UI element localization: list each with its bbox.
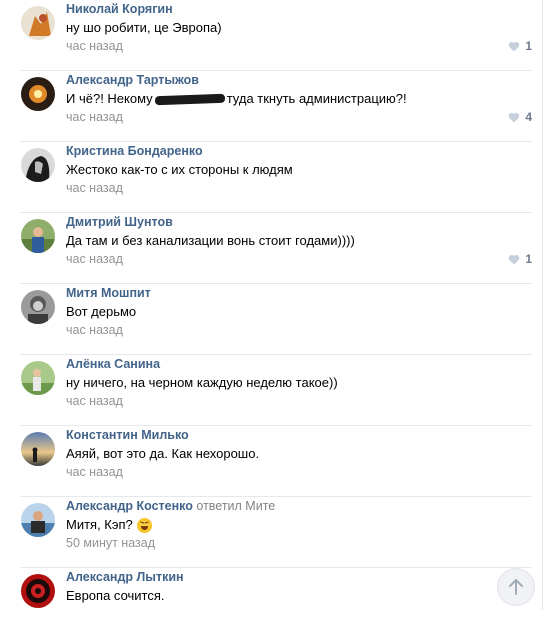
comment-text: Аяяй, вот это да. Как нехорошо. <box>66 446 260 461</box>
comment-author[interactable]: Александр Лыткин <box>66 570 184 584</box>
avatar[interactable] <box>21 290 55 324</box>
arrow-up-icon <box>509 579 523 595</box>
like-count: 1 <box>525 39 532 53</box>
avatar[interactable] <box>21 6 55 40</box>
comment-item: Константин Милько Аяяй, вот это да. Как … <box>0 426 542 497</box>
comment-text: ну шо робити, це Эвропа) <box>66 20 222 35</box>
comment-author[interactable]: Александр Тартыжов <box>66 73 199 87</box>
heart-icon <box>509 41 520 51</box>
comment-text: Вот дерьмо <box>66 304 137 319</box>
comment-item: Алёнка Санина ну ничего, на черном кажду… <box>0 355 542 426</box>
comment-text-part: Митя, Кэп? <box>66 517 133 532</box>
comment-item: Александр Лыткин Европа сочится. <box>0 568 542 639</box>
like-button[interactable]: 1 <box>508 252 532 266</box>
comment-text: Жестоко как-то с их стороны к людям <box>66 162 293 177</box>
comment-text: И чё?! Некому туда ткнуть администрацию?! <box>66 91 407 106</box>
comment-time[interactable]: час назад <box>66 323 123 337</box>
comment-item: Митя Мошпит Вот дерьмо час назад <box>0 284 542 355</box>
avatar[interactable] <box>21 361 55 395</box>
comment-text-part: туда ткнуть администрацию?! <box>226 91 407 106</box>
like-count: 1 <box>525 252 532 266</box>
comment-author[interactable]: Александр Костенко ответил Мите <box>66 499 275 513</box>
laughing-emoji-icon <box>136 518 152 534</box>
comment-author[interactable]: Николай Корягин <box>66 2 173 16</box>
comment-time[interactable]: час назад <box>66 252 123 266</box>
comment-author[interactable]: Дмитрий Шунтов <box>66 215 173 229</box>
heart-icon <box>509 254 520 264</box>
comment-time[interactable]: час назад <box>66 465 123 479</box>
like-button[interactable]: 1 <box>508 39 532 53</box>
comments-list: Николай Корягин ну шо робити, це Эвропа)… <box>0 0 543 610</box>
comment-time[interactable]: час назад <box>66 394 123 408</box>
comment-time[interactable]: 50 минут назад <box>66 536 155 550</box>
comment-author[interactable]: Алёнка Санина <box>66 357 160 371</box>
comment-time[interactable]: час назад <box>66 39 123 53</box>
comment-item: Кристина Бондаренко Жестоко как-то с их … <box>0 142 542 213</box>
avatar[interactable] <box>21 574 55 608</box>
comment-time[interactable]: час назад <box>66 110 123 124</box>
scroll-to-top-button[interactable] <box>497 568 535 606</box>
avatar[interactable] <box>21 219 55 253</box>
like-count: 4 <box>525 110 532 124</box>
avatar[interactable] <box>21 432 55 466</box>
comment-item: Дмитрий Шунтов Да там и без канализации … <box>0 213 542 284</box>
avatar[interactable] <box>21 503 55 537</box>
comment-item: Александр Тартыжов И чё?! Некому туда ткн… <box>0 71 542 142</box>
redaction-mark <box>154 93 225 106</box>
comment-author-name[interactable]: Александр Костенко <box>66 499 193 513</box>
comment-author[interactable]: Константин Милько <box>66 428 189 442</box>
avatar[interactable] <box>21 77 55 111</box>
like-button[interactable]: 4 <box>508 110 532 124</box>
comment-time[interactable]: час назад <box>66 181 123 195</box>
comment-item: Александр Костенко ответил Мите Митя, Кэ… <box>0 497 542 568</box>
avatar[interactable] <box>21 148 55 182</box>
comment-text: Европа сочится. <box>66 588 165 603</box>
heart-icon <box>509 112 520 122</box>
comment-author[interactable]: Митя Мошпит <box>66 286 151 300</box>
comment-text: ну ничего, на черном каждую неделю такое… <box>66 375 338 390</box>
comment-text: Митя, Кэп? <box>66 517 152 534</box>
reply-note[interactable]: ответил Мите <box>196 499 275 513</box>
comment-text: Да там и без канализации вонь стоит года… <box>66 233 355 248</box>
comment-item: Николай Корягин ну шо робити, це Эвропа)… <box>0 0 542 71</box>
comment-text-part: И чё?! Некому <box>66 91 153 106</box>
comment-author[interactable]: Кристина Бондаренко <box>66 144 203 158</box>
